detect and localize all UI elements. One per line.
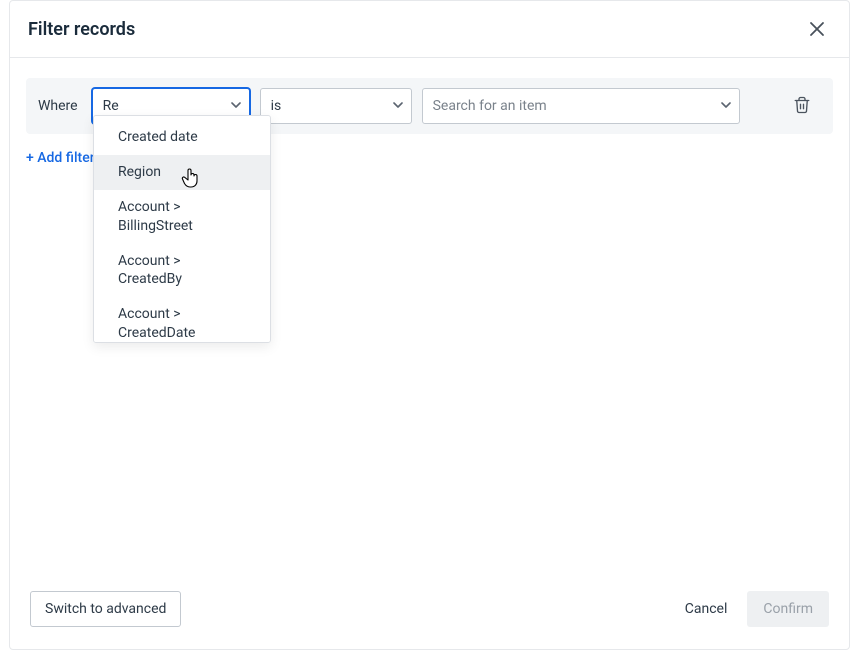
chevron-down-icon: [231, 98, 241, 114]
field-input[interactable]: [103, 98, 221, 114]
cancel-button[interactable]: Cancel: [671, 593, 742, 625]
chevron-down-icon: [721, 98, 731, 114]
filter-modal: Filter records Where is: [9, 0, 850, 650]
modal-footer: Switch to advanced Cancel Confirm: [10, 575, 849, 649]
close-button[interactable]: [805, 17, 829, 41]
dropdown-item[interactable]: Account > CreatedDate: [94, 297, 270, 343]
modal-header: Filter records: [10, 1, 849, 58]
close-icon: [809, 21, 825, 37]
dropdown-item[interactable]: Region: [94, 155, 270, 190]
value-placeholder: Search for an item: [433, 98, 547, 114]
dropdown-item[interactable]: Created date: [94, 120, 270, 155]
chevron-down-icon: [393, 98, 403, 114]
condition-combobox[interactable]: is: [260, 88, 412, 124]
modal-body: Where is Search for an item: [10, 58, 849, 575]
value-combobox[interactable]: Search for an item: [422, 88, 740, 124]
field-dropdown[interactable]: Created date Region Account > BillingStr…: [93, 115, 271, 343]
add-filter-link[interactable]: + Add filter: [26, 150, 95, 166]
confirm-button: Confirm: [747, 591, 829, 627]
delete-filter-button[interactable]: [793, 96, 813, 116]
switch-to-advanced-button[interactable]: Switch to advanced: [30, 591, 181, 627]
modal-title: Filter records: [28, 19, 135, 40]
condition-value: is: [271, 98, 282, 114]
dropdown-item[interactable]: Account > BillingStreet: [94, 190, 270, 244]
where-label: Where: [38, 98, 78, 114]
trash-icon: [793, 96, 811, 114]
dropdown-item[interactable]: Account > CreatedBy: [94, 244, 270, 298]
